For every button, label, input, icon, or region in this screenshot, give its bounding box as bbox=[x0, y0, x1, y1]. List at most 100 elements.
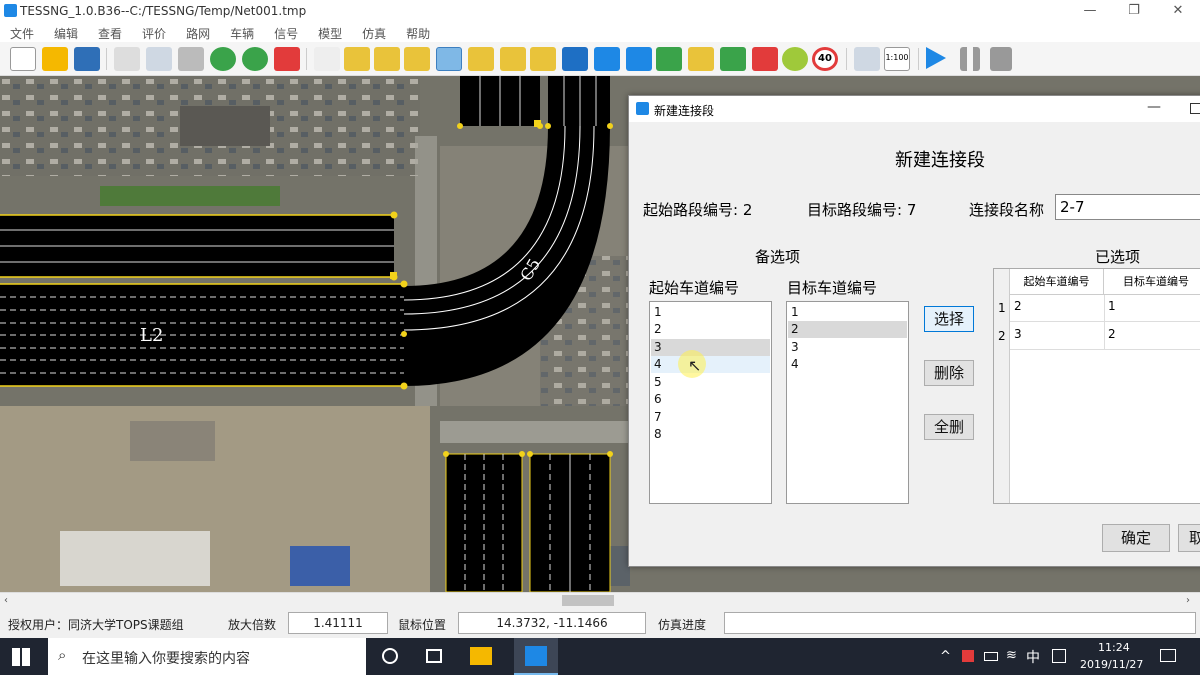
connector-icon[interactable] bbox=[374, 47, 400, 71]
to-link-label: 目标路段编号: 7 bbox=[807, 201, 917, 219]
clock-time[interactable]: 11:24 bbox=[1098, 641, 1130, 654]
tessng-taskbar-button[interactable] bbox=[514, 638, 558, 675]
clock-date[interactable]: 2019/11/27 bbox=[1080, 658, 1143, 671]
menu-signal[interactable]: 信号 bbox=[264, 22, 308, 42]
battery-icon[interactable] bbox=[984, 652, 998, 661]
pause-icon[interactable] bbox=[960, 47, 980, 71]
horizontal-scrollbar[interactable]: ‹ › bbox=[0, 592, 1200, 608]
connector-name-label: 连接段名称 bbox=[969, 201, 1045, 219]
cortana-icon[interactable] bbox=[382, 648, 398, 664]
from-lane-list[interactable]: 1 2 3 4 5 6 7 8 ↖ bbox=[649, 301, 772, 504]
table-header-to[interactable]: 目标车道编号 bbox=[1104, 269, 1200, 295]
link-label-l2: L2 bbox=[140, 325, 163, 346]
list-item[interactable]: 3 bbox=[791, 340, 799, 354]
from-lane-selected-highlight bbox=[651, 339, 770, 356]
menu-network[interactable]: 路网 bbox=[176, 22, 220, 42]
menu-file[interactable]: 文件 bbox=[0, 22, 44, 42]
cancel-button[interactable]: 取 bbox=[1178, 524, 1200, 552]
chevron-up-icon[interactable]: ^ bbox=[940, 649, 951, 664]
list-item[interactable]: 1 bbox=[791, 305, 799, 319]
zoom-out-icon[interactable] bbox=[242, 47, 268, 71]
app-icon bbox=[4, 4, 17, 17]
select-area-icon[interactable] bbox=[146, 47, 172, 71]
dialog-minimize-button[interactable]: — bbox=[1147, 99, 1161, 115]
list-item[interactable]: 5 bbox=[654, 375, 662, 389]
vehicle-icon[interactable] bbox=[530, 47, 556, 71]
menu-vehicle[interactable]: 车辆 bbox=[220, 22, 264, 42]
taskbar-search-box[interactable]: ⌕ 在这里输入你要搜索的内容 bbox=[48, 638, 366, 675]
lane-icon[interactable] bbox=[404, 47, 430, 71]
delete-button[interactable]: 删除 bbox=[924, 360, 974, 386]
delete-all-button[interactable]: 全删 bbox=[924, 414, 974, 440]
selected-table[interactable]: 起始车道编号 目标车道编号 1 2 1 2 3 2 bbox=[993, 268, 1200, 504]
scroll-left-icon[interactable]: ‹ bbox=[4, 595, 8, 606]
maximize-button[interactable]: ❐ bbox=[1112, 0, 1156, 22]
list-item[interactable]: 2 bbox=[791, 322, 799, 336]
pan-icon[interactable] bbox=[114, 47, 140, 71]
menu-simulation[interactable]: 仿真 bbox=[352, 22, 396, 42]
menu-edit[interactable]: 编辑 bbox=[44, 22, 88, 42]
dialog-heading: 新建连接段 bbox=[895, 150, 985, 171]
config-icon[interactable] bbox=[854, 47, 880, 71]
ruler-icon[interactable] bbox=[178, 47, 204, 71]
ok-button[interactable]: 确定 bbox=[1102, 524, 1170, 552]
detector-icon[interactable] bbox=[720, 47, 746, 71]
list-item[interactable]: 4 bbox=[791, 357, 799, 371]
minimize-button[interactable]: — bbox=[1068, 0, 1112, 22]
open-icon[interactable] bbox=[42, 47, 68, 71]
incident-icon[interactable] bbox=[752, 47, 778, 71]
pointer-icon[interactable] bbox=[314, 47, 340, 71]
menu-help[interactable]: 帮助 bbox=[396, 22, 440, 42]
list-item[interactable]: 7 bbox=[654, 410, 662, 424]
select-button[interactable]: 选择 bbox=[924, 306, 974, 332]
list-item[interactable]: 8 bbox=[654, 427, 662, 441]
menu-model[interactable]: 模型 bbox=[308, 22, 352, 42]
to-lane-list[interactable]: 1 2 3 4 bbox=[786, 301, 909, 504]
link-icon[interactable] bbox=[344, 47, 370, 71]
ime-mode-icon[interactable] bbox=[1052, 649, 1066, 663]
connector-active-icon[interactable] bbox=[436, 47, 462, 71]
parking-icon[interactable] bbox=[656, 47, 682, 71]
list-item[interactable]: 6 bbox=[654, 392, 662, 406]
dialog-maximize-button[interactable] bbox=[1190, 103, 1200, 114]
table-cell[interactable]: 2 bbox=[1108, 327, 1116, 341]
stop-icon[interactable] bbox=[990, 47, 1012, 71]
connector-name-input[interactable] bbox=[1055, 194, 1200, 220]
list-item[interactable]: 1 bbox=[654, 305, 662, 319]
wifi-icon[interactable]: ≋ bbox=[1006, 648, 1017, 663]
status-bar: 授权用户：同济大学TOPS课题组 放大倍数 1.41111 鼠标位置 14.37… bbox=[0, 608, 1200, 638]
scrollbar-thumb[interactable] bbox=[562, 595, 614, 606]
table-cell[interactable]: 1 bbox=[1108, 299, 1116, 313]
table-header-from[interactable]: 起始车道编号 bbox=[1010, 269, 1104, 295]
direction-icon[interactable] bbox=[562, 47, 588, 71]
zoom-in-icon[interactable] bbox=[210, 47, 236, 71]
ime-indicator[interactable]: 中 bbox=[1026, 647, 1040, 667]
file-explorer-icon[interactable] bbox=[470, 647, 492, 665]
route-icon[interactable] bbox=[500, 47, 526, 71]
scroll-right-icon[interactable]: › bbox=[1186, 595, 1190, 606]
mouse-position-label: 鼠标位置 bbox=[398, 618, 447, 632]
notification-icon[interactable] bbox=[1160, 649, 1176, 662]
fit-icon[interactable] bbox=[274, 47, 300, 71]
bus-icon[interactable] bbox=[594, 47, 620, 71]
menu-evaluate[interactable]: 评价 bbox=[132, 22, 176, 42]
windows-start-icon[interactable] bbox=[12, 648, 30, 666]
save-icon[interactable] bbox=[74, 47, 100, 71]
list-item[interactable]: 2 bbox=[654, 322, 662, 336]
signal-icon[interactable] bbox=[688, 47, 714, 71]
speed-limit-icon[interactable]: 40 bbox=[812, 47, 838, 71]
tray-app-icon[interactable] bbox=[962, 650, 974, 662]
table-cell[interactable]: 2 bbox=[1014, 299, 1022, 313]
task-view-icon[interactable] bbox=[426, 649, 442, 663]
table-cell[interactable]: 3 bbox=[1014, 327, 1022, 341]
close-button[interactable]: ✕ bbox=[1156, 0, 1200, 22]
list-item[interactable]: 4 bbox=[654, 357, 662, 371]
decision-icon[interactable] bbox=[468, 47, 494, 71]
speed-icon[interactable] bbox=[782, 47, 808, 71]
menu-view[interactable]: 查看 bbox=[88, 22, 132, 42]
new-icon[interactable] bbox=[10, 47, 36, 71]
scale-icon[interactable]: 1:100 bbox=[884, 47, 910, 71]
play-icon[interactable] bbox=[926, 47, 946, 69]
list-item[interactable]: 3 bbox=[654, 340, 662, 354]
bus-stop-icon[interactable] bbox=[626, 47, 652, 71]
